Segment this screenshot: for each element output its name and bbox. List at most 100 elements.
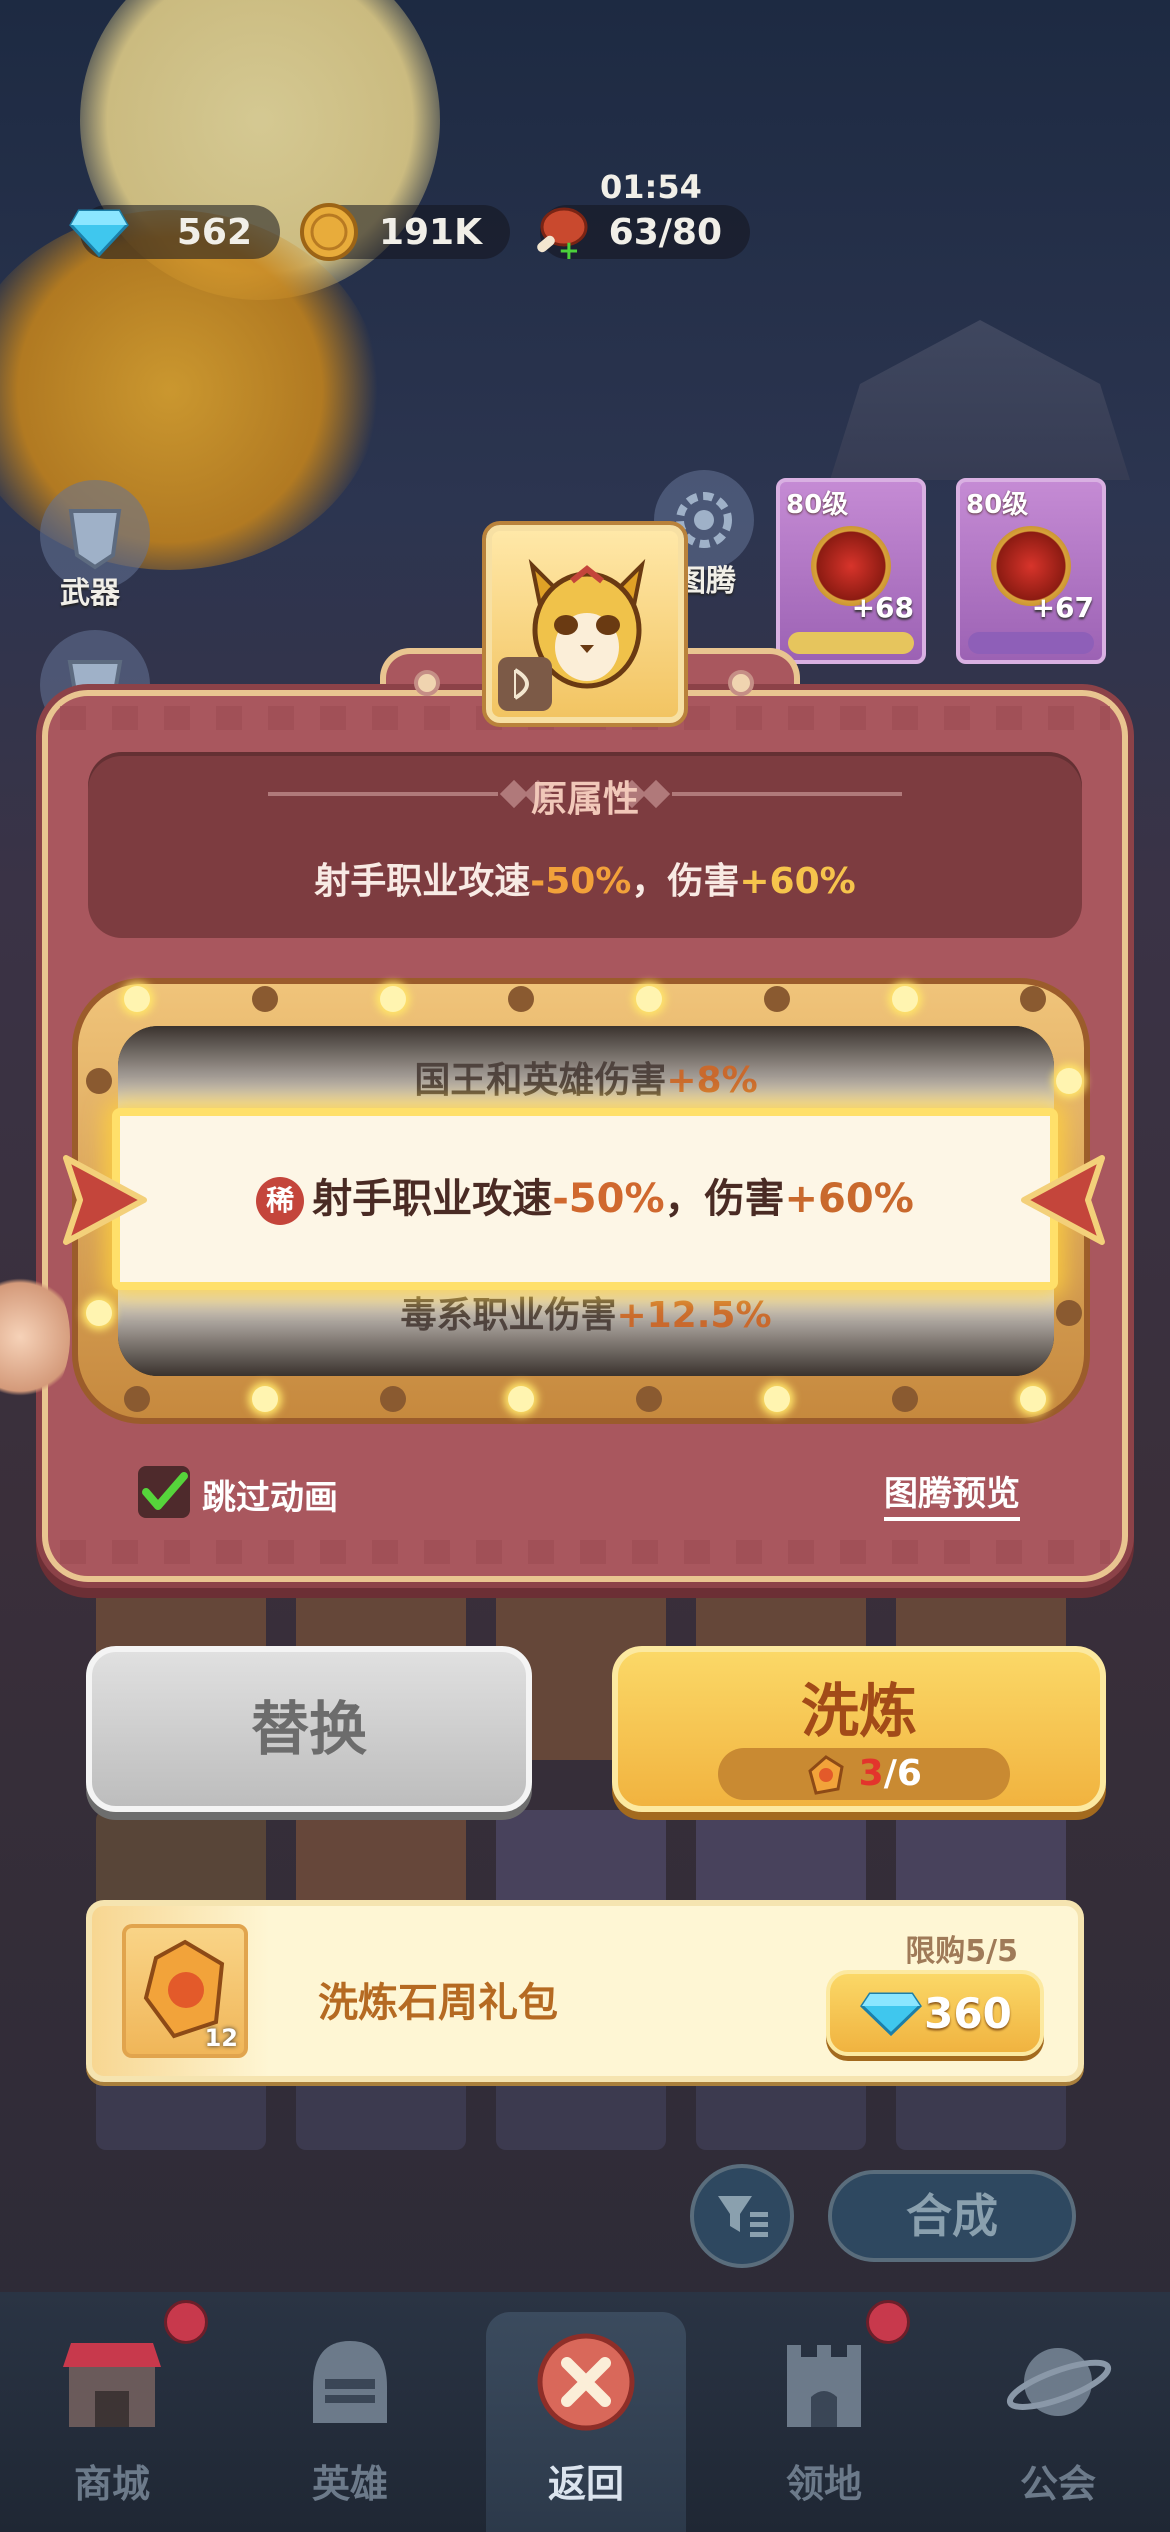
reel-option-pos-value: +60% [784, 1176, 914, 1222]
equip-level: 80级 [786, 490, 849, 520]
filter-button[interactable] [690, 2164, 794, 2268]
nav-label: 公会 [1019, 2462, 1096, 2506]
original-attribute-box: 原属性 射手职业攻速-50%，伤害+60% [88, 752, 1082, 938]
stamina-timer: 01:54 [600, 168, 702, 206]
reforge-cost: 3/6 [718, 1748, 1010, 1800]
reforge-cost-used: 3 [858, 1753, 884, 1794]
nav-shop[interactable]: 商城 [12, 2312, 212, 2532]
reel-option-text: 毒系职业伤害 [400, 1295, 617, 1336]
reforge-cost-total: /6 [883, 1753, 922, 1794]
reel-light [764, 986, 790, 1012]
checkmark-icon [142, 1472, 188, 1510]
star-row [788, 632, 914, 654]
helmet-icon [290, 2322, 410, 2442]
planet-icon [998, 2322, 1118, 2442]
weapon-label: 武器 [60, 576, 120, 611]
panel-pattern [60, 1540, 1110, 1564]
notification-badge [866, 2300, 910, 2344]
reel-option-mid: ，伤害 [664, 1176, 785, 1222]
nav-heroes[interactable]: 英雄 [250, 2312, 450, 2532]
coin-icon [296, 199, 362, 265]
reel-light [86, 1300, 112, 1326]
reel-light [124, 1386, 150, 1412]
equip-bonus: +67 [1031, 591, 1094, 624]
equip-card-1[interactable]: 80级 +68 [776, 478, 926, 664]
shop-icon [52, 2322, 172, 2442]
reel-light [636, 1386, 662, 1412]
nav-label: 返回 [547, 2462, 624, 2506]
equip-level: 80级 [966, 490, 1029, 520]
building-background [830, 320, 1130, 480]
gold-counter: 191K [300, 203, 510, 261]
armor-icon [68, 509, 122, 570]
stamina-value: 63/80 [608, 211, 722, 253]
nav-label: 英雄 [311, 2462, 388, 2506]
combine-button[interactable]: 合成 [828, 2170, 1076, 2262]
gems-counter: 562 [69, 205, 280, 259]
castle-icon [764, 2322, 884, 2442]
meat-icon: + [526, 199, 592, 265]
reel-light [86, 1068, 112, 1094]
arrow-left-icon [1021, 1155, 1105, 1245]
reel-option-neg-value: -50% [552, 1176, 665, 1222]
reel-option-value: +12.5% [616, 1295, 772, 1336]
reel-light [380, 1386, 406, 1412]
cap-rivet [414, 670, 440, 696]
gems-value: 562 [176, 211, 252, 253]
nav-guild[interactable]: 公会 [958, 2312, 1158, 2532]
reel-option-text: 国王和英雄伤害 [414, 1060, 667, 1101]
totem-preview-link[interactable]: 图腾预览 [884, 1466, 1020, 1521]
reforge-stone-icon [808, 1755, 844, 1795]
reel-option-selected: 稀射手职业攻速-50%，伤害+60% [112, 1108, 1058, 1290]
skip-animation-checkbox[interactable] [138, 1466, 190, 1518]
reel-option-value: +8% [666, 1060, 758, 1101]
totem-label: 图腾 [676, 564, 736, 599]
star-row [968, 632, 1094, 654]
reel-light [1056, 1068, 1082, 1094]
reel-light [1056, 1300, 1082, 1326]
equip-card-2[interactable]: 80级 +67 [956, 478, 1106, 664]
pack-price: 360 [924, 1988, 1012, 2038]
reel-light [1020, 986, 1046, 1012]
reel-light [892, 1386, 918, 1412]
replace-button[interactable]: 替换 [86, 1646, 532, 1812]
diamond-icon [66, 199, 132, 265]
reel-light [636, 986, 662, 1012]
reel-light [508, 986, 534, 1012]
attr-mid: ，伤害 [631, 861, 740, 902]
reel-light [892, 986, 918, 1012]
original-attribute-title: 原属性 [530, 779, 639, 820]
nav-territory[interactable]: 领地 [724, 2312, 924, 2532]
reel-option-text: 射手职业攻速 [312, 1176, 553, 1222]
buy-pack-button[interactable]: 360 [826, 1970, 1044, 2056]
equip-bonus: +68 [851, 591, 914, 624]
reforge-label: 洗炼 [800, 1677, 917, 1745]
gold-value: 191K [378, 211, 482, 253]
reforge-stone-pack: 12 洗炼石周礼包 限购5/5 360 [86, 1900, 1084, 2082]
close-icon [526, 2322, 646, 2442]
reel-light [380, 986, 406, 1012]
reforge-button[interactable]: 洗炼 3/6 [612, 1646, 1106, 1812]
pack-item[interactable]: 12 [122, 1924, 248, 2058]
reel-light [124, 986, 150, 1012]
nav-label: 商城 [73, 2462, 150, 2506]
reel-light [252, 1386, 278, 1412]
original-attribute-text: 射手职业攻速-50%，伤害+60% [88, 852, 1082, 904]
arrow-right-icon [63, 1155, 147, 1245]
nav-back[interactable]: 返回 [486, 2312, 686, 2532]
stamina-counter: + 63/80 [537, 205, 750, 263]
attr-pos-value: +60% [739, 861, 856, 902]
svg-text:+: + [558, 236, 580, 263]
pack-limit: 限购5/5 [905, 1934, 1018, 1969]
totem-avatar [486, 525, 684, 723]
diamond-icon [860, 1992, 923, 2036]
attr-prefix: 射手职业攻速 [314, 861, 531, 902]
notification-badge [164, 2300, 208, 2344]
skip-animation-label[interactable]: 跳过动画 [202, 1470, 338, 1519]
pack-item-count: 12 [204, 2024, 238, 2052]
pack-name: 洗炼石周礼包 [318, 1980, 558, 2026]
filter-icon [718, 2196, 768, 2237]
reel-light [508, 1386, 534, 1412]
reel-light [252, 986, 278, 1012]
attr-neg-value: -50% [530, 861, 632, 902]
